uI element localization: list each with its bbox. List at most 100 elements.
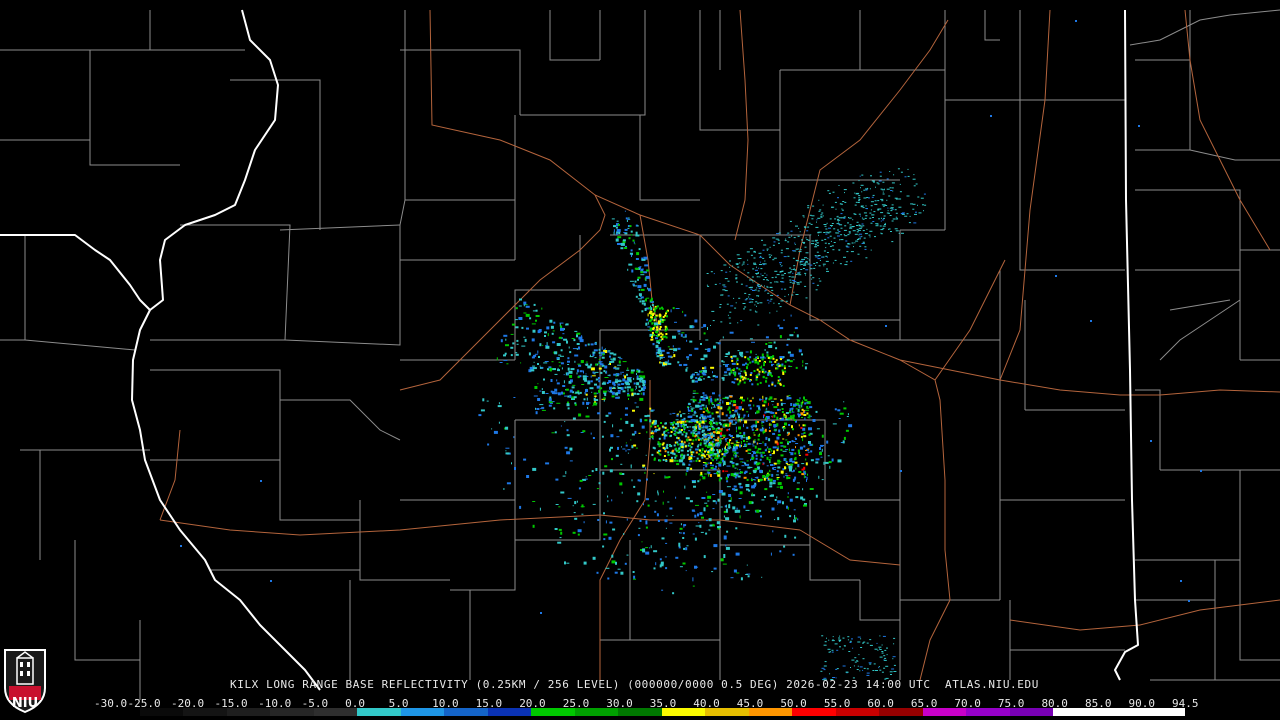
radar-echo-pixel [836, 216, 839, 218]
radar-echo-pixel [821, 479, 824, 481]
radar-echo-pixel [786, 234, 788, 236]
radar-echo-pixel [695, 380, 698, 383]
radar-echo-pixel [624, 386, 627, 389]
radar-echo-pixel [748, 298, 752, 300]
radar-echo-pixel [688, 420, 691, 423]
radar-echo-pixel [633, 285, 637, 287]
radar-echo-pixel [660, 422, 662, 424]
radar-echo-pixel [805, 475, 807, 478]
radar-echo-pixel [665, 422, 667, 425]
radar-echo-pixel [818, 210, 821, 212]
radar-echo-pixel [638, 432, 641, 434]
radar-echo-pixel [753, 404, 755, 407]
radar-echo-pixel [695, 459, 698, 462]
radar-echo-pixel [577, 376, 580, 379]
radar-echo-pixel [643, 283, 647, 287]
radar-echo-pixel [696, 421, 699, 424]
radar-echo-pixel [779, 378, 782, 381]
radar-echo-pixel [710, 421, 712, 423]
radar-echo-pixel [567, 407, 570, 410]
radar-echo-pixel [889, 171, 891, 172]
radar-echo-pixel [750, 254, 753, 256]
radar-echo-pixel [675, 556, 679, 559]
radar-echo-pixel [735, 552, 740, 556]
radar-echo-pixel [737, 419, 739, 423]
radar-echo-pixel [779, 271, 783, 272]
radar-echo-pixel [681, 332, 685, 334]
radar-echo-pixel [801, 258, 805, 260]
radar-echo-pixel [576, 500, 578, 503]
radar-echo-pixel [802, 215, 805, 217]
radar-echo-pixel [840, 213, 843, 215]
radar-echo-pixel [906, 195, 910, 197]
radar-echo-pixel [755, 353, 757, 355]
radar-echo-pixel [795, 274, 798, 275]
radar-echo-pixel [794, 276, 796, 278]
radar-echo-pixel [574, 354, 579, 357]
colorbar-segment [270, 708, 315, 716]
radar-echo-pixel [718, 443, 720, 447]
radar-echo-pixel [617, 446, 619, 450]
radar-echo-pixel [732, 419, 733, 421]
radar-echo-pixel [647, 504, 650, 507]
radar-echo-pixel [661, 307, 664, 310]
radar-echo-pixel [771, 473, 774, 477]
radar-echo-pixel [572, 531, 576, 534]
radar-echo-pixel [539, 390, 542, 392]
radar-echo-pixel [656, 331, 659, 334]
radar-echo-pixel [805, 453, 809, 456]
radar-echo-pixel [746, 564, 748, 566]
radar-echo-pixel [729, 322, 732, 324]
radar-echo-pixel [593, 349, 598, 352]
radar-echo-pixel [607, 374, 611, 376]
radar-echo-pixel [800, 263, 803, 265]
radar-echo-pixel [804, 411, 806, 414]
radar-echo-pixel [747, 272, 750, 274]
radar-echo-pixel [645, 467, 647, 470]
radar-echo-pixel [826, 256, 828, 258]
radar-echo-pixel [793, 519, 796, 523]
radar-echo-pixel [803, 216, 805, 218]
radar-echo-pixel [713, 273, 715, 275]
radar-echo-pixel [729, 422, 732, 425]
radar-echo-pixel [568, 380, 571, 383]
radar-echo-pixel [619, 472, 623, 475]
radar-echo-pixel [675, 454, 678, 457]
radar-echo-pixel [781, 265, 783, 267]
radar-echo-pixel [725, 504, 727, 508]
radar-echo-pixel [738, 406, 742, 409]
radar-echo-pixel [637, 285, 642, 289]
radar-echo-pixel [767, 292, 770, 294]
radar-echo-pixel [749, 361, 752, 364]
radar-echo-pixel [641, 268, 644, 270]
radar-echo-pixel [730, 355, 733, 358]
radar-echo-pixel [697, 444, 699, 447]
radar-echo-pixel [769, 300, 772, 302]
radar-echo-pixel [804, 417, 806, 421]
radar-echo-pixel [799, 397, 801, 400]
radar-echo-pixel [617, 383, 621, 386]
radar-echo-pixel [680, 333, 683, 337]
radar-echo-pixel [710, 433, 713, 436]
radar-echo-pixel [829, 465, 831, 469]
radar-echo-pixel [776, 274, 780, 276]
radar-echo-pixel [699, 398, 702, 401]
radar-echo-pixel [519, 505, 522, 509]
radar-echo-pixel [630, 371, 634, 374]
radar-echo-pixel [803, 435, 807, 438]
radar-echo-pixel [640, 381, 642, 383]
radar-echo-pixel [595, 363, 598, 366]
radar-echo-pixel [692, 392, 696, 394]
colorbar-segment [792, 708, 837, 716]
radar-echo-pixel [641, 425, 645, 429]
radar-echo-pixel [621, 371, 624, 373]
radar-echo-pixel [868, 197, 870, 199]
radar-echo-pixel [784, 288, 787, 290]
radar-echo-pixel [640, 296, 644, 299]
radar-echo-pixel [824, 225, 827, 227]
radar-echo-pixel [624, 562, 627, 565]
radar-echo-pixel [544, 335, 546, 337]
radar-echo-pixel [662, 336, 665, 338]
radar-echo-pixel [618, 379, 621, 381]
radar-echo-pixel [682, 532, 685, 535]
